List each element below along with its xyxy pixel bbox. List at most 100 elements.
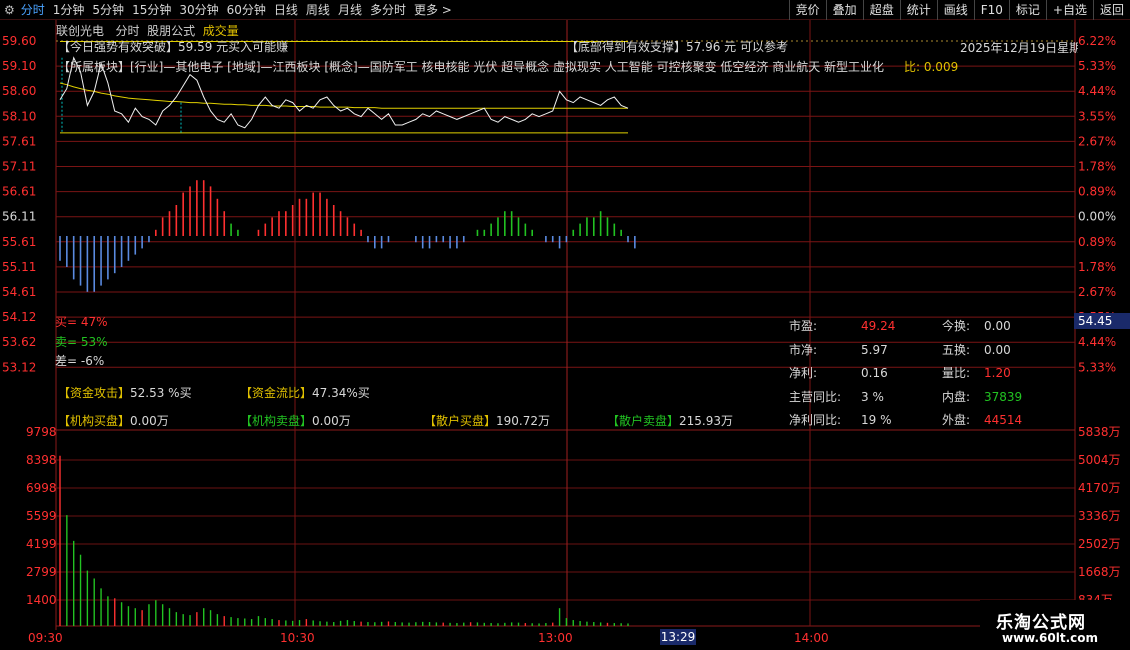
- price-tick-label: 58.60: [2, 84, 36, 98]
- stat-key-2-b: 量比:: [942, 366, 971, 380]
- period-tab-0[interactable]: 分时: [17, 0, 49, 20]
- volume-tick-label: 5599: [26, 509, 57, 523]
- price-tick-label: 58.10: [2, 109, 36, 123]
- institution-buy: 【机构买盘】0.00万: [58, 414, 169, 428]
- price-tick-label: 57.61: [2, 134, 36, 148]
- pct-tick-label: 6.22%: [1078, 34, 1116, 48]
- function-button-7[interactable]: +自选: [1045, 0, 1093, 20]
- settings-icon[interactable]: ⚙: [2, 0, 17, 20]
- function-button-0[interactable]: 竞价: [788, 0, 826, 20]
- volume-amount-label: 5838万: [1078, 425, 1121, 439]
- period-tab-4[interactable]: 30分钟: [175, 0, 222, 20]
- average-price-line: [59, 82, 628, 109]
- stat-value-2-b: 1.20: [984, 366, 1011, 380]
- strong-breakout-note: 【今日强势有效突破】59.59 元买入可能赚: [58, 40, 289, 54]
- volume-tick-label: 4199: [26, 537, 57, 551]
- stat-key-4-a: 净利同比:: [789, 413, 842, 427]
- stat-value-1-a: 5.97: [861, 342, 888, 357]
- function-button-4[interactable]: 画线: [936, 0, 974, 20]
- volume-amount-label: 4170万: [1078, 481, 1121, 495]
- stat-value-4-b: 44514: [984, 413, 1023, 427]
- period-tabs: ⚙ 分时 1分钟 5分钟 15分钟 30分钟 60分钟 日线 周线 月线 多分时 更多 >: [2, 0, 456, 20]
- buy-percent: 买= 47%: [55, 315, 108, 329]
- function-buttons: 竞价 叠加 超盘 统计 画线 F10 标记 +自选 返回: [788, 0, 1130, 20]
- sell-percent: 卖= 53%: [55, 335, 108, 349]
- price-tick-label: 56.11: [2, 210, 36, 224]
- volume-tick-label: 1400: [26, 593, 57, 607]
- time-tick-label: 09:30: [28, 631, 63, 645]
- period-tab-9[interactable]: 多分时: [366, 0, 410, 20]
- price-tick-label: 55.61: [2, 235, 36, 249]
- price-tick-label: 53.12: [2, 360, 36, 374]
- period-tab-7[interactable]: 周线: [302, 0, 334, 20]
- site-logo: 乐淘公式网 www.60lt.com: [980, 600, 1130, 650]
- period-tab-5[interactable]: 60分钟: [223, 0, 270, 20]
- stat-key-1-b: 五换:: [942, 342, 971, 357]
- date-label: 2025年12月19日星期: [960, 41, 1078, 55]
- volume-amount-label: 2502万: [1078, 537, 1121, 551]
- pct-tick-label: 2.67%: [1078, 134, 1116, 148]
- pct-tick-label: 0.00%: [1078, 210, 1116, 224]
- price-tick-label: 53.62: [2, 335, 36, 349]
- period-tab-1[interactable]: 1分钟: [49, 0, 89, 20]
- pct-tick-label: 4.44%: [1078, 84, 1116, 98]
- stat-value-0-a: 49.24: [861, 319, 896, 333]
- volume-tick-label: 2799: [26, 565, 57, 579]
- pct-tick-label: 0.89%: [1078, 185, 1116, 199]
- price-tick-label: 54.61: [2, 285, 36, 299]
- institution-sell: 【机构卖盘】0.00万: [240, 414, 351, 428]
- pct-tick-label: 4.44%: [1078, 335, 1116, 349]
- intraday-chart[interactable]: 59.60 6.22% 59.10 5.33% 58.60 4.44% 58.10 3.55%…: [0, 20, 1130, 650]
- function-button-5[interactable]: F10: [973, 0, 1009, 20]
- period-toolbar: ⚙ 分时 1分钟 5分钟 15分钟 30分钟 60分钟 日线 周线 月线 多分时 更多 > 竞价 叠加超…: [0, 0, 1130, 20]
- stat-value-4-a: 19 %: [861, 413, 892, 427]
- stat-key-1-a: 市净:: [789, 342, 818, 357]
- function-button-8[interactable]: 返回: [1092, 0, 1130, 20]
- period-tab-3[interactable]: 15分钟: [128, 0, 175, 20]
- stat-value-3-b: 37839: [984, 389, 1023, 404]
- price-tick-label: 56.61: [2, 185, 36, 199]
- period-tab-2[interactable]: 5分钟: [88, 0, 128, 20]
- volume-tick-label: 9798: [26, 425, 57, 439]
- time-tick-label: 10:30: [280, 631, 315, 645]
- function-button-6[interactable]: 标记: [1008, 0, 1046, 20]
- stat-value-2-a: 0.16: [861, 366, 888, 380]
- pct-tick-label: 1.78%: [1078, 260, 1116, 274]
- stat-value-0-b: 0.00: [984, 319, 1011, 333]
- ratio-note: 比: 0.009: [904, 60, 959, 74]
- period-tab-6[interactable]: 日线: [270, 0, 302, 20]
- stat-value-3-a: 3 %: [861, 389, 884, 404]
- function-button-1[interactable]: 叠加: [825, 0, 863, 20]
- time-tick-label: 13:00: [538, 631, 573, 645]
- pct-tick-label: 2.67%: [1078, 285, 1116, 299]
- price-tick-label: 57.11: [2, 160, 36, 174]
- chart-canvas[interactable]: 59.60 6.22% 59.10 5.33% 58.60 4.44% 58.10 3.55%…: [0, 20, 1130, 650]
- stat-value-1-b: 0.00: [984, 342, 1011, 357]
- pct-tick-label: 1.78%: [1078, 160, 1116, 174]
- function-button-3[interactable]: 统计: [899, 0, 937, 20]
- fund-flow-ratio: 【资金流比】47.34%买: [240, 386, 370, 400]
- retail-buy: 【散户买盘】190.72万: [424, 414, 551, 428]
- stat-key-3-b: 内盘:: [942, 389, 971, 404]
- volume-amount-label: 1668万: [1078, 565, 1121, 579]
- volume-amount-label: 3336万: [1078, 509, 1121, 523]
- logo-name: 乐淘公式网: [996, 613, 1086, 633]
- volume-amount-label: 5004万: [1078, 453, 1121, 467]
- function-button-2[interactable]: 超盘: [862, 0, 900, 20]
- pct-tick-label: 5.33%: [1078, 360, 1116, 374]
- volume-tick-label: 6998: [26, 481, 57, 495]
- time-tick-label: 14:00: [794, 631, 829, 645]
- volume-tick-label: 8398: [26, 453, 57, 467]
- period-tab-8[interactable]: 月线: [334, 0, 366, 20]
- price-tick-label: 59.60: [2, 34, 36, 48]
- period-tab-10[interactable]: 更多 >: [410, 0, 456, 20]
- pct-tick-label: 5.33%: [1078, 59, 1116, 73]
- stat-key-0-b: 今换:: [942, 319, 971, 333]
- stat-key-2-a: 净利:: [789, 366, 818, 380]
- cursor-price-box: 54.45: [1074, 313, 1130, 329]
- price-tick-label: 54.12: [2, 310, 36, 324]
- stat-key-4-b: 外盘:: [942, 413, 971, 427]
- price-tick-label: 55.11: [2, 260, 36, 274]
- pct-tick-label: 0.89%: [1078, 235, 1116, 249]
- stat-key-3-a: 主营同比:: [789, 389, 842, 404]
